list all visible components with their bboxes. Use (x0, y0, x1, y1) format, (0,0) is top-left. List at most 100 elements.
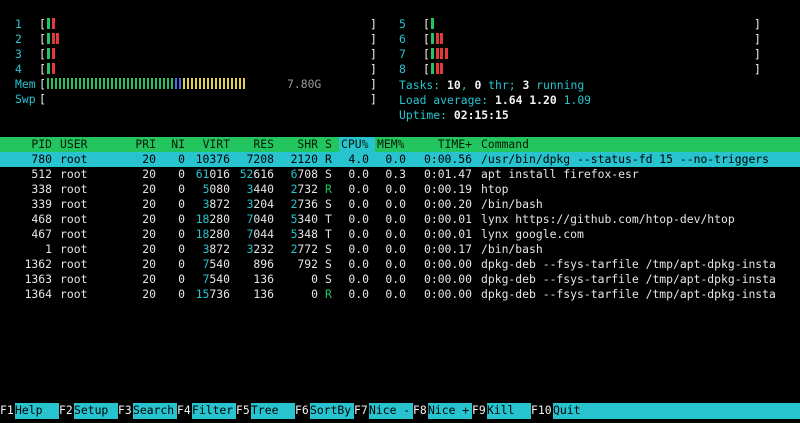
col-shr[interactable]: SHR (278, 137, 318, 152)
cell-user: root (60, 182, 88, 196)
cell-pri: 20 (142, 272, 156, 286)
fkey-f4[interactable]: F4 Filter (177, 403, 236, 419)
cell-shr: 2732 (290, 182, 318, 196)
cpu-label: 1 (15, 17, 22, 31)
fkey-f5[interactable]: F5 Tree (236, 403, 295, 419)
cell-mem: 0.0 (385, 257, 406, 271)
cell-s: S (325, 257, 332, 271)
process-row[interactable]: 467 root 20 0 18280 7044 5348 T 0.0 0.0 0:00.01 lyn… (0, 227, 800, 242)
uptime-value: 02:15:15 (453, 108, 509, 122)
fkey-number: F8 (413, 403, 428, 417)
cell-mem: 0.0 (385, 227, 406, 241)
mem-bar-segment (67, 78, 69, 89)
cell-shr: 792 (297, 257, 318, 271)
cell-user: root (60, 167, 88, 181)
cell-ni: 0 (178, 167, 185, 181)
col-time[interactable]: TIME+ (420, 137, 472, 152)
cell-res: 136 (253, 272, 274, 286)
fkey-f1[interactable]: F1 Help (0, 403, 59, 419)
mem-bar-segment (171, 78, 173, 89)
cell-s: S (325, 167, 332, 181)
cell-pid: 512 (31, 167, 52, 181)
cpu-bar-segment (431, 18, 434, 29)
cpu-bracket-close: ] (754, 32, 761, 46)
mem-label: Mem (15, 77, 36, 91)
swp-bracket-open: [ (39, 92, 46, 106)
cell-res: 896 (253, 257, 274, 271)
process-row[interactable]: 338 root 20 0 5080 3440 2732 R 0.0 0.0 0:00.19 htop (0, 182, 800, 197)
cpu-bar-segment (47, 18, 50, 29)
process-row[interactable]: 1363 root 20 0 7540 136 0 S 0.0 0.0 0:00.00 dpkg-de… (0, 272, 800, 287)
cell-shr: 0 (311, 287, 318, 301)
process-row[interactable]: 1362 root 20 0 7540 896 792 S 0.0 0.0 0:00.00 dpkg-… (0, 257, 800, 272)
cell-virt: 10376 (195, 152, 230, 166)
col-mem[interactable]: MEM% (377, 137, 404, 152)
cpu-bracket-open: [ (423, 32, 430, 46)
cpu-bracket-close: ] (370, 17, 377, 31)
cell-user: root (60, 242, 88, 256)
col-user[interactable]: USER (60, 137, 87, 152)
process-row[interactable]: 1 root 20 0 3872 3232 2772 S 0.0 0.0 0:00.17/bin/b… (0, 242, 800, 257)
mem-value: 7.80G (287, 77, 322, 91)
mem-bar-segment (175, 78, 177, 89)
cell-ni: 0 (178, 212, 185, 226)
tasks-thr-label: thr; (481, 78, 523, 92)
cpu-bracket-open: [ (39, 47, 46, 61)
mem-bar-segment (211, 78, 213, 89)
cell-res: 7040 (246, 212, 274, 226)
col-state[interactable]: S (325, 137, 332, 152)
col-pid[interactable]: PID (14, 137, 52, 152)
mem-bar-segment (115, 78, 117, 89)
cell-virt: 7540 (202, 272, 230, 286)
mem-bar-segment (191, 78, 193, 89)
cell-shr: 2772 (290, 242, 318, 256)
mem-bar-segment (111, 78, 113, 89)
uptime-line: Uptime: 02:15:15 (399, 108, 509, 123)
col-virt[interactable]: VIRT (190, 137, 230, 152)
fkey-f2[interactable]: F2 Setup (59, 403, 118, 419)
col-ni[interactable]: NI (160, 137, 185, 152)
col-cpu[interactable]: CPU% (341, 137, 368, 152)
cpu-bar-segment (435, 63, 439, 74)
mem-bar-segment (147, 78, 149, 89)
cpu-bars (431, 32, 445, 47)
fkey-f6[interactable]: F6 SortBy (295, 403, 354, 419)
mem-bar-segment (187, 78, 189, 89)
cpu-bracket-open: [ (39, 62, 46, 76)
fkey-f8[interactable]: F8 Nice + (413, 403, 472, 419)
process-row[interactable]: 1364 root 20 0 15736 136 0 R 0.0 0.0 0:00.00 dpkg-d… (0, 287, 800, 302)
cell-cpu: 0.0 (348, 182, 369, 196)
cpu-bar-segment (440, 63, 443, 74)
cell-mem: 0.0 (385, 287, 406, 301)
mem-bar-segment (143, 78, 145, 89)
process-row[interactable]: 468 root 20 0 18280 7040 5340 T 0.0 0.0 0:00.01 lyn… (0, 212, 800, 227)
process-row[interactable]: 339 root 20 0 3872 3204 2736 S 0.0 0.0 0:00.20/bin… (0, 197, 800, 212)
cpu-bars (431, 62, 445, 77)
cpu-bars (431, 47, 449, 62)
fkey-f9[interactable]: F9 Kill (472, 403, 531, 419)
col-pri[interactable]: PRI (126, 137, 156, 152)
cell-mem: 0.0 (385, 272, 406, 286)
fkey-f3[interactable]: F3 Search (118, 403, 177, 419)
cpu-bar-segment (440, 33, 443, 44)
cpu-bar-segment (440, 48, 443, 59)
process-row[interactable]: 780 root 20 0 10376 7208 2120 R 4.0 0.0 0:00.56/us… (0, 152, 800, 167)
cell-ni: 0 (178, 182, 185, 196)
col-command[interactable]: Command (481, 137, 529, 152)
col-res[interactable]: RES (234, 137, 274, 152)
mem-bar-segment (243, 78, 245, 89)
fkey-label: SortBy (310, 403, 354, 419)
mem-bar-segment (179, 78, 181, 89)
mem-bar-segment (63, 78, 65, 89)
process-row[interactable]: 512 root 20 0 61016 52616 6708 S 0.0 0.3 0:01.47 ap… (0, 167, 800, 182)
cell-ni: 0 (178, 242, 185, 256)
cpu-label: 7 (399, 47, 406, 61)
cell-time: 0:00.00 (423, 257, 472, 271)
fkey-f10[interactable]: F10 Quit (531, 403, 800, 419)
tasks-line: Tasks: 10, 0 thr; 3 running (399, 78, 584, 93)
fkey-number: F3 (118, 403, 133, 417)
mem-bar-segment (79, 78, 81, 89)
fkey-f7[interactable]: F7 Nice - (354, 403, 413, 419)
cell-pri: 20 (142, 152, 156, 166)
cell-s: S (325, 242, 332, 256)
